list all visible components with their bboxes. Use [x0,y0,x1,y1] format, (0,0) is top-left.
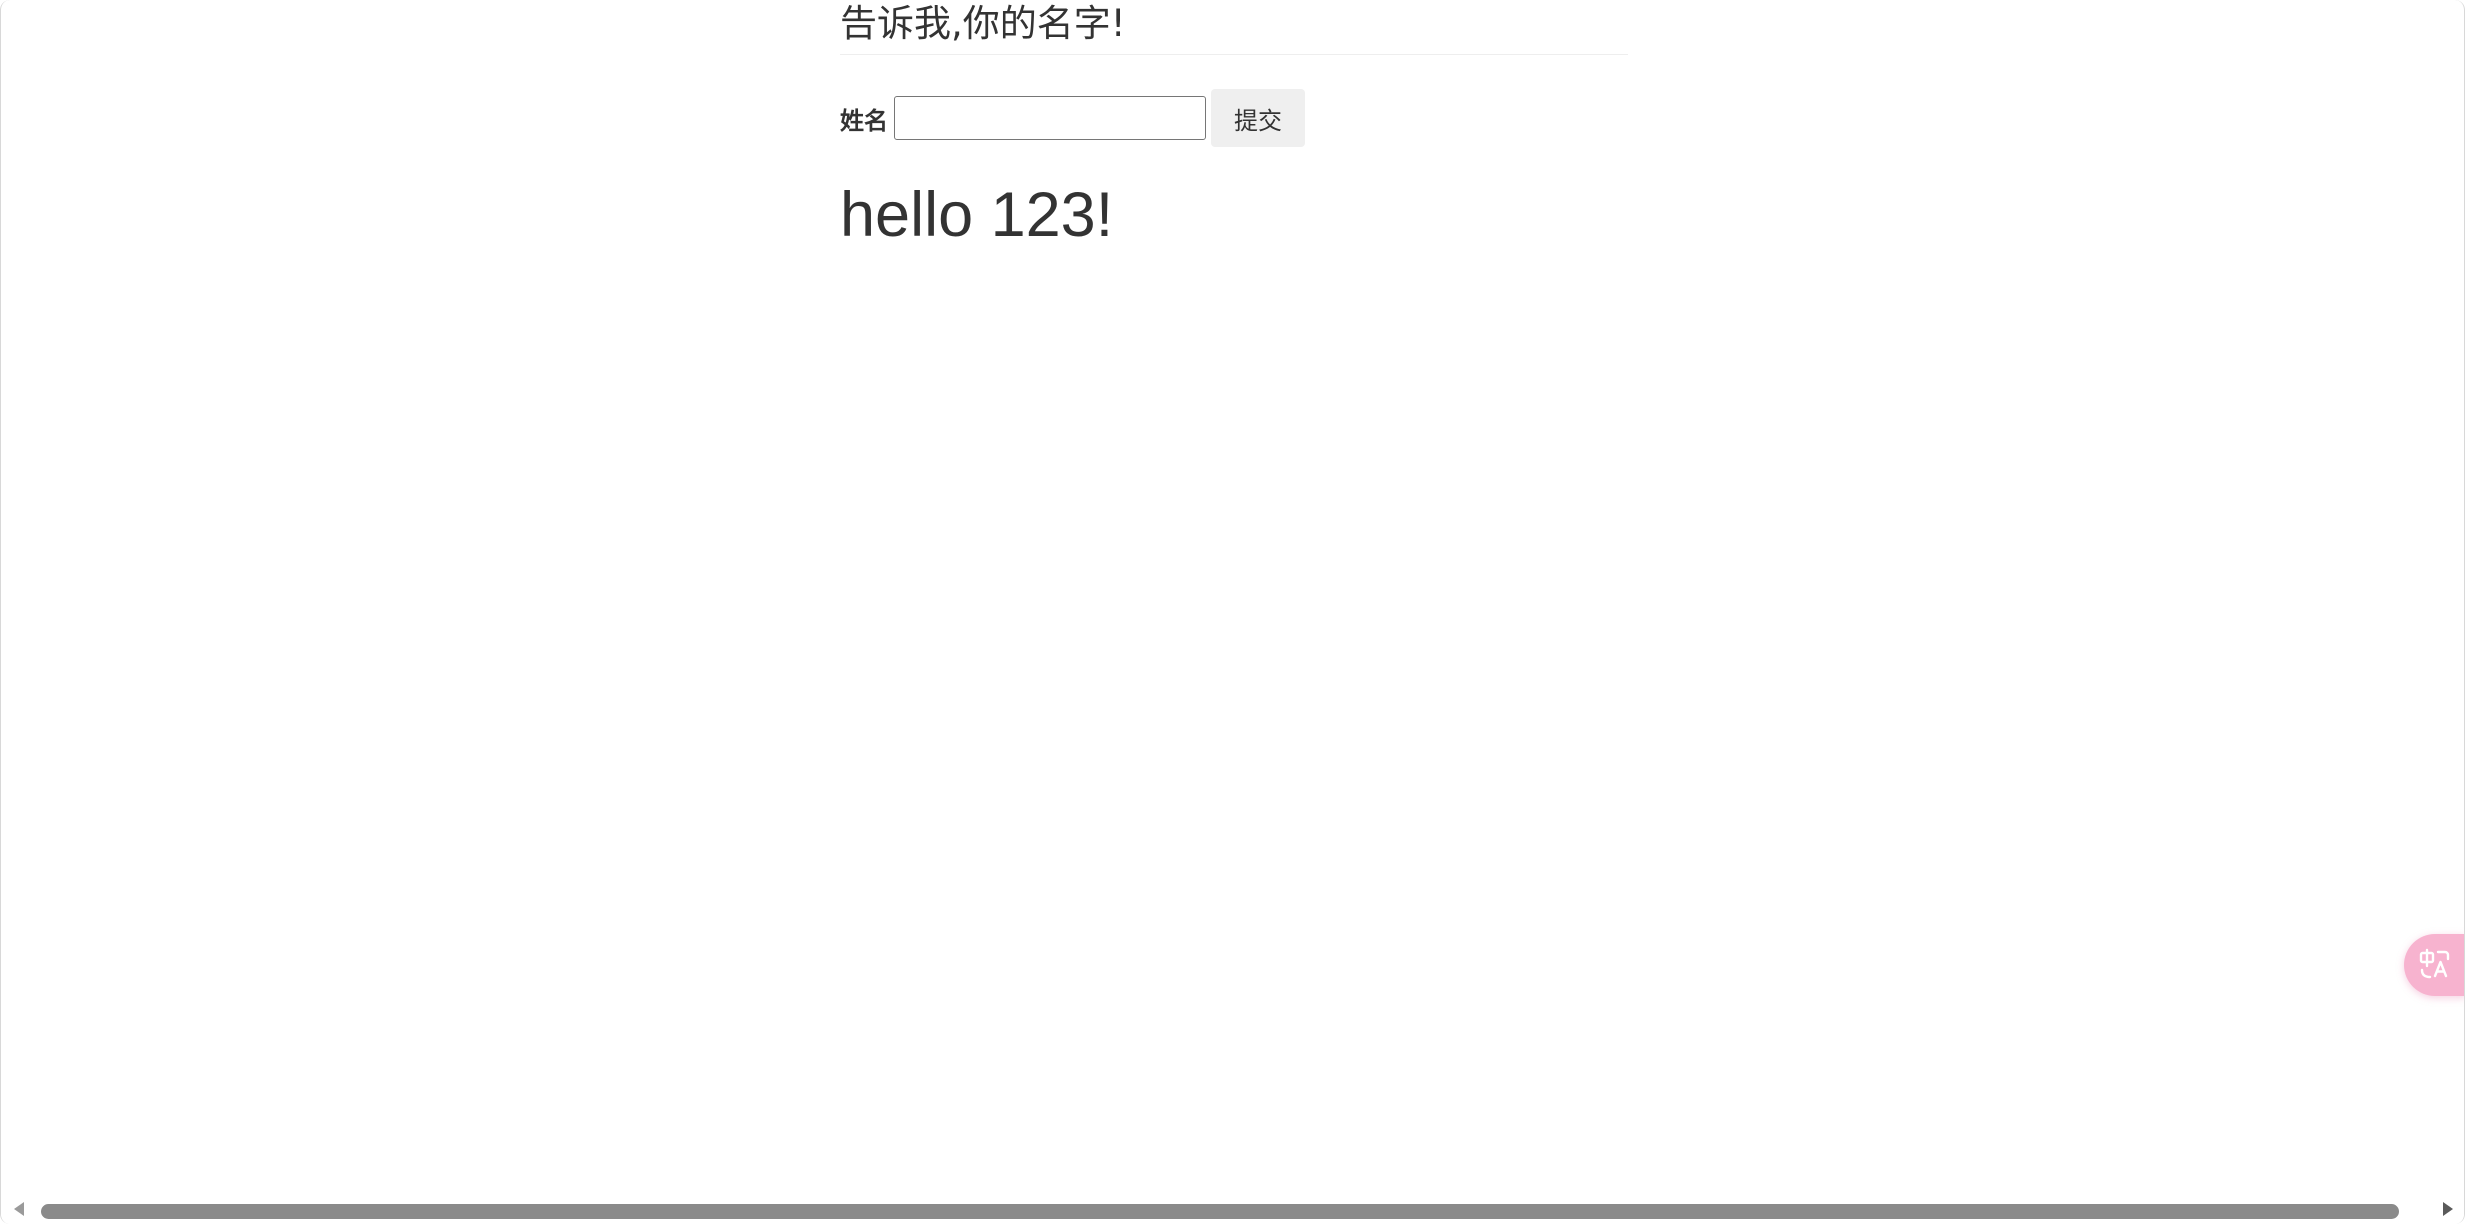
browser-viewport: 告诉我,你的名字! 姓名 提交 hello 123! [0,0,2465,1224]
triangle-left-icon [13,1201,25,1221]
greeting-text: hello 123! [840,180,1114,250]
translate-icon [2418,948,2452,982]
page-container: 告诉我,你的名字! 姓名 提交 hello 123! [840,0,1628,250]
name-form: 姓名 提交 [840,89,1305,147]
name-label: 姓名 [840,106,888,135]
triangle-right-icon [2442,1201,2454,1221]
page-title: 告诉我,你的名字! [840,2,1126,45]
name-input[interactable] [894,96,1206,140]
scrollbar-thumb[interactable] [41,1204,2399,1219]
scroll-left-button[interactable] [1,1198,37,1224]
page-header: 告诉我,你的名字! [840,0,1628,55]
horizontal-scrollbar[interactable] [1,1198,2464,1224]
scroll-right-button[interactable] [2430,1198,2464,1224]
translate-widget-button[interactable] [2404,934,2464,996]
submit-button[interactable]: 提交 [1211,89,1305,147]
